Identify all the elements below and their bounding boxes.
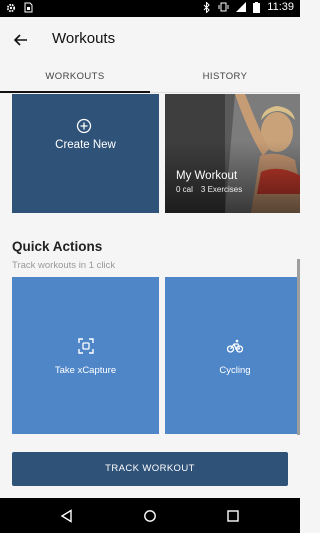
take-xcapture-label: Take xCapture [54, 365, 117, 376]
system-nav-bar [0, 498, 300, 533]
my-workout-meta: 0 cal 3 Exercises [176, 185, 242, 194]
cycling-card[interactable]: Cycling [165, 277, 300, 434]
tab-history[interactable]: HISTORY [150, 63, 300, 92]
status-time: 11:39 [267, 1, 294, 13]
quick-actions-title: Quick Actions [12, 239, 103, 254]
calories-value: 0 cal [176, 185, 193, 194]
back-triangle-icon[interactable] [60, 509, 74, 523]
create-new-label: Create New [55, 139, 116, 151]
tab-workouts[interactable]: WORKOUTS [0, 63, 150, 93]
exercise-count: 3 Exercises [200, 185, 243, 194]
signal-icon [236, 2, 247, 12]
vibrate-icon [218, 2, 229, 12]
page-title: Workouts [52, 30, 116, 47]
app-bar: Workouts [0, 17, 300, 63]
my-workout-title: My Workout [176, 170, 238, 182]
workouts-content[interactable]: Create New My Workout 0 cal 3 Exercises … [0, 94, 300, 498]
bicycle-icon [227, 339, 243, 353]
scrollbar-thumb[interactable] [297, 259, 300, 435]
my-workout-card[interactable]: My Workout 0 cal 3 Exercises [165, 94, 300, 213]
quick-actions-subtitle: Track workouts in 1 click [12, 260, 116, 271]
back-button[interactable] [10, 29, 32, 51]
create-new-card[interactable]: Create New [12, 94, 159, 213]
status-bar: 11:39 [0, 0, 300, 17]
arrow-left-icon [14, 34, 27, 46]
battery-icon [253, 1, 261, 13]
tab-bar: WORKOUTS HISTORY [0, 63, 300, 93]
take-xcapture-card[interactable]: Take xCapture [12, 277, 159, 434]
settings-icon [6, 3, 16, 13]
cycling-label: Cycling [219, 365, 251, 376]
bluetooth-icon [203, 1, 211, 13]
plus-circle-icon [76, 118, 92, 134]
recents-square-icon[interactable] [226, 509, 240, 523]
track-workout-button[interactable]: TRACK WORKOUT [12, 452, 288, 486]
sim-icon [24, 2, 33, 13]
home-circle-icon[interactable] [143, 509, 157, 523]
scan-icon [77, 338, 94, 354]
